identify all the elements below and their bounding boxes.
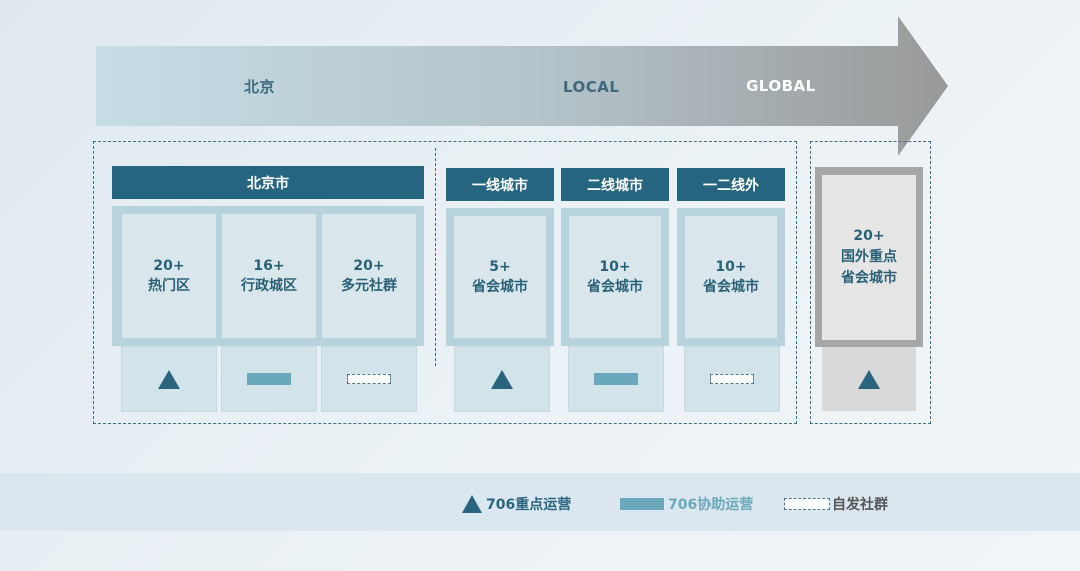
tier2-header: 二线城市 <box>561 168 669 201</box>
tier1-cell: 5+ 省会城市 <box>454 216 546 338</box>
beijing-cell-hot-districts: 20+ 热门区 <box>122 214 216 338</box>
cell-count: 20+ <box>153 258 185 274</box>
arrow-label-global: GLOBAL <box>746 77 816 95</box>
cell-label: 省会城市 <box>472 279 528 295</box>
marker-cell <box>454 346 550 412</box>
marker-cell <box>221 346 317 412</box>
cell-label: 多元社群 <box>341 278 397 294</box>
progression-arrow <box>96 16 948 156</box>
marker-cell <box>822 347 916 411</box>
cell-label: 省会城市 <box>703 279 759 295</box>
dashed-box-icon <box>710 374 754 384</box>
bar-icon <box>620 498 664 510</box>
cell-count: 20+ <box>853 228 885 244</box>
cell-count: 20+ <box>353 258 385 274</box>
dashed-box-icon <box>347 374 391 384</box>
cell-count: 10+ <box>599 259 631 275</box>
legend-item-assisted-operation: 706协助运营 <box>620 494 753 514</box>
tier2-cell: 10+ 省会城市 <box>569 216 661 338</box>
triangle-icon <box>858 369 880 389</box>
global-cell: 20+ 国外重点 省会城市 <box>822 175 916 340</box>
marker-cell <box>684 346 780 412</box>
tier1-header: 一线城市 <box>446 168 554 201</box>
cell-label: 省会城市 <box>587 279 643 295</box>
beijing-cell-admin-districts: 16+ 行政城区 <box>222 214 316 338</box>
other-tier-header: 一二线外 <box>677 168 785 201</box>
cell-count: 10+ <box>715 259 747 275</box>
triangle-icon <box>462 495 482 513</box>
beijing-cell-communities: 20+ 多元社群 <box>322 214 416 338</box>
bar-icon <box>594 373 638 385</box>
triangle-icon <box>491 369 513 389</box>
group-divider <box>435 148 436 366</box>
arrow-label-local: LOCAL <box>563 78 620 96</box>
arrow-label-beijing: 北京 <box>244 78 276 96</box>
legend-label: 自发社群 <box>832 497 888 513</box>
marker-cell <box>321 346 417 412</box>
legend-label: 706重点运营 <box>486 497 572 513</box>
cell-count: 5+ <box>489 259 511 275</box>
cell-label-line2: 省会城市 <box>841 270 897 286</box>
legend-label: 706协助运营 <box>668 497 754 513</box>
other-tier-cell: 10+ 省会城市 <box>685 216 777 338</box>
legend-item-self-organized: 自发社群 <box>784 494 888 514</box>
marker-cell <box>568 346 664 412</box>
marker-cell <box>121 346 217 412</box>
dashed-box-icon <box>784 498 830 510</box>
cell-label: 热门区 <box>148 278 190 294</box>
cell-count: 16+ <box>253 258 285 274</box>
legend-item-key-operation: 706重点运营 <box>462 494 571 514</box>
bar-icon <box>247 373 291 385</box>
cell-label-line1: 国外重点 <box>841 249 897 265</box>
cell-label: 行政城区 <box>241 278 297 294</box>
beijing-header: 北京市 <box>112 166 424 199</box>
triangle-icon <box>158 369 180 389</box>
